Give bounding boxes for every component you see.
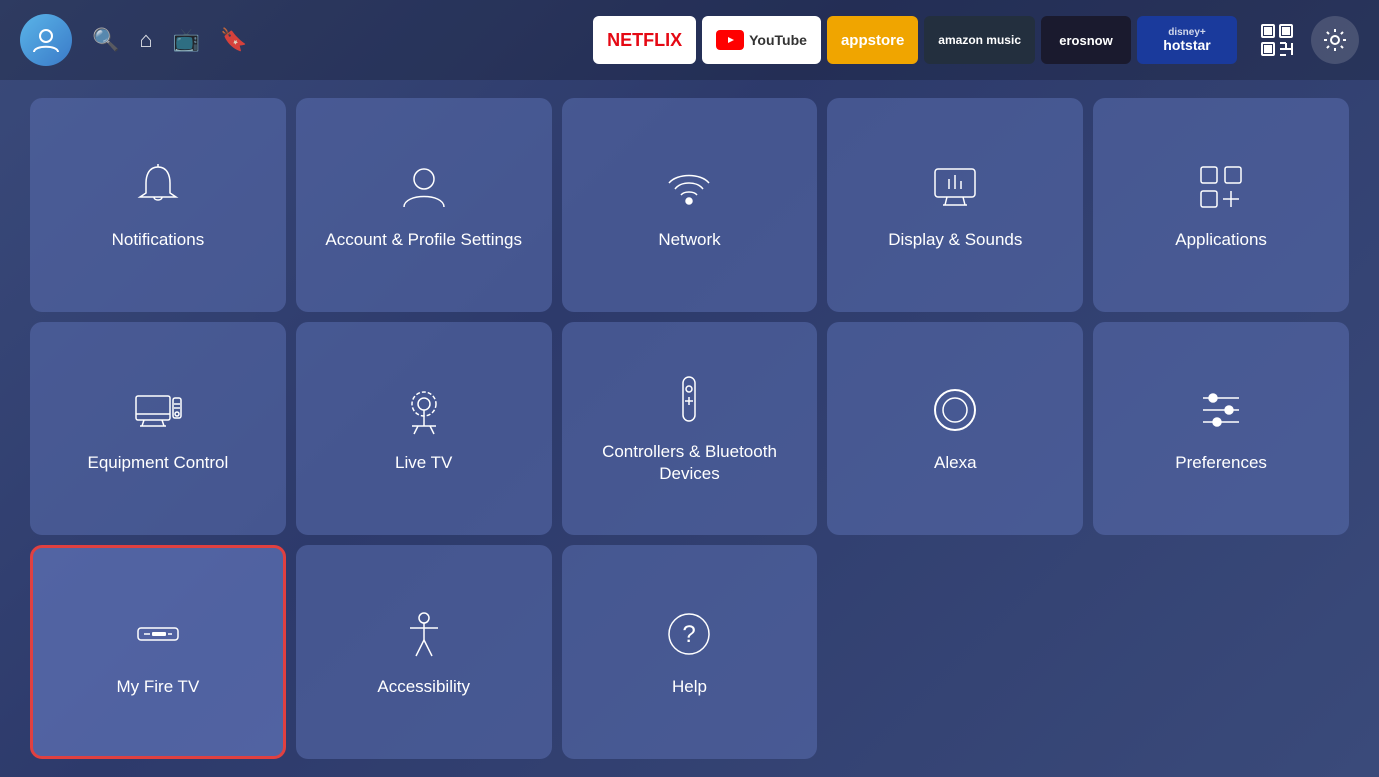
equipment-label: Equipment Control: [87, 452, 228, 474]
alexa-icon: [927, 382, 983, 438]
livetv-label: Live TV: [395, 452, 452, 474]
alexa-label: Alexa: [934, 452, 977, 474]
grid-item-equipment[interactable]: Equipment Control: [30, 322, 286, 536]
app-appstore[interactable]: appstore: [827, 16, 918, 64]
antenna-icon: [396, 382, 452, 438]
settings-icon[interactable]: [1311, 16, 1359, 64]
svg-text:?: ?: [683, 621, 696, 648]
settings-grid: Notifications Account & Profile Settings…: [0, 80, 1379, 777]
remote-icon: [661, 371, 717, 427]
grid-item-applications[interactable]: Applications: [1093, 98, 1349, 312]
grid-item-network[interactable]: Network: [562, 98, 818, 312]
grid-item-preferences[interactable]: Preferences: [1093, 322, 1349, 536]
qr-icon[interactable]: [1257, 20, 1297, 60]
app-netflix[interactable]: NETFLIX: [593, 16, 696, 64]
grid-item-accessibility[interactable]: Accessibility: [296, 545, 552, 759]
grid-item-display[interactable]: Display & Sounds: [827, 98, 1083, 312]
firetv-icon: [130, 606, 186, 662]
accessibility-icon: [396, 606, 452, 662]
grid-item-notifications[interactable]: Notifications: [30, 98, 286, 312]
monitor-icon: [927, 159, 983, 215]
topbar: 🔍 ⌂ 📺 🔖 NETFLIX YouTube appstore amazon …: [0, 0, 1379, 80]
notifications-label: Notifications: [112, 229, 205, 251]
grid-item-myfiretv[interactable]: My Fire TV: [30, 545, 286, 759]
grid-item-account[interactable]: Account & Profile Settings: [296, 98, 552, 312]
person-icon: [396, 159, 452, 215]
search-icon[interactable]: 🔍: [92, 27, 119, 53]
home-icon[interactable]: ⌂: [139, 27, 152, 53]
myfiretv-label: My Fire TV: [116, 676, 199, 698]
accessibility-label: Accessibility: [377, 676, 470, 698]
grid-item-livetv[interactable]: Live TV: [296, 322, 552, 536]
display-label: Display & Sounds: [888, 229, 1022, 251]
grid-item-controllers[interactable]: Controllers & Bluetooth Devices: [562, 322, 818, 536]
controllers-label: Controllers & Bluetooth Devices: [578, 441, 802, 485]
sliders-icon: [1193, 382, 1249, 438]
topbar-left: 🔍 ⌂ 📺 🔖: [20, 14, 248, 66]
avatar[interactable]: [20, 14, 72, 66]
account-label: Account & Profile Settings: [325, 229, 522, 251]
app-erosnow[interactable]: erosnow: [1041, 16, 1131, 64]
help-label: Help: [672, 676, 707, 698]
wifi-icon: [661, 159, 717, 215]
app-amazon-music[interactable]: amazon music: [924, 16, 1035, 64]
help-icon: ?: [661, 606, 717, 662]
topbar-right: [1257, 16, 1359, 64]
applications-label: Applications: [1175, 229, 1267, 251]
grid-item-alexa[interactable]: Alexa: [827, 322, 1083, 536]
app-hotstar[interactable]: disney+ hotstar: [1137, 16, 1237, 64]
preferences-label: Preferences: [1175, 452, 1267, 474]
network-label: Network: [658, 229, 720, 251]
bell-icon: [130, 159, 186, 215]
grid-item-help[interactable]: ? Help: [562, 545, 818, 759]
app-youtube[interactable]: YouTube: [702, 16, 821, 64]
tv-icon[interactable]: 📺: [173, 27, 200, 53]
computer-icon: [130, 382, 186, 438]
apps-icon: [1193, 159, 1249, 215]
watchlist-icon[interactable]: 🔖: [220, 27, 247, 53]
topbar-apps: NETFLIX YouTube appstore amazon music er…: [593, 16, 1237, 64]
